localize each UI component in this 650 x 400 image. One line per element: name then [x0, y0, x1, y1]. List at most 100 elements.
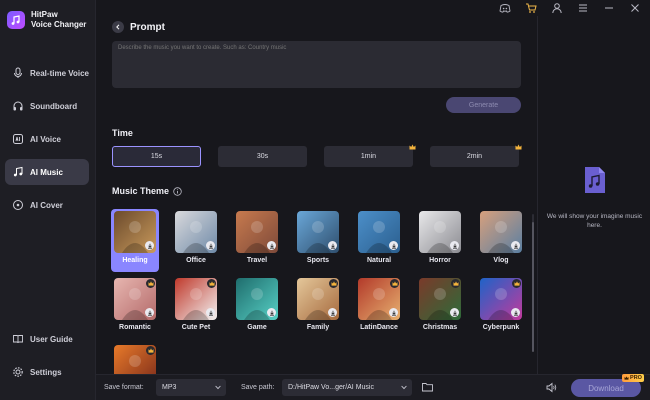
theme-card-christmas[interactable]: Christmas: [416, 276, 464, 339]
sidebar-item-real-time-voice[interactable]: Real-time Voice: [5, 60, 89, 86]
download-badge-icon: [206, 308, 215, 317]
theme-card-cyberpunk[interactable]: Cyberpunk: [477, 276, 525, 339]
save-format-select[interactable]: MP3: [156, 379, 226, 396]
sidebar-item-ai-cover[interactable]: AI Cover: [5, 192, 89, 218]
theme-card-cute-pet[interactable]: Cute Pet: [172, 276, 220, 339]
close-icon[interactable]: [629, 2, 641, 14]
music-theme-title: Music Theme: [112, 186, 182, 196]
discord-icon[interactable]: [499, 2, 511, 14]
theme-card-vlog[interactable]: Vlog: [477, 209, 525, 272]
time-title: Time: [112, 128, 133, 138]
main-panel: Prompt Generate Time 15s 30s 1min 2min M…: [96, 16, 536, 387]
theme-card-latindance[interactable]: LatinDance: [355, 276, 403, 339]
premium-crown-icon: [390, 279, 399, 288]
sidebar-bottom: User Guide Settings: [5, 326, 89, 392]
pro-label: PRO: [630, 375, 642, 381]
time-option-15s[interactable]: 15s: [112, 146, 201, 167]
sidebar-item-ai-music[interactable]: AI Music: [5, 159, 89, 185]
download-badge-icon: [267, 308, 276, 317]
theme-card-healing[interactable]: Healing: [111, 209, 159, 272]
theme-label: Horror: [429, 257, 451, 264]
save-path-select[interactable]: D:/HitPaw Vo...ger/AI Music: [282, 379, 412, 396]
user-icon[interactable]: [551, 2, 563, 14]
cart-icon[interactable]: [525, 2, 537, 14]
premium-crown-icon: [451, 279, 460, 288]
time-option-30s[interactable]: 30s: [218, 146, 307, 167]
download-badge-icon: [328, 241, 337, 250]
app-brand: HitPaw Voice Changer: [7, 10, 86, 30]
back-button[interactable]: [112, 21, 124, 33]
sidebar-item-label: Real-time Voice: [30, 68, 89, 78]
download-badge-icon: [328, 308, 337, 317]
crown-icon: [409, 144, 416, 150]
music-note-icon: [13, 166, 23, 177]
generate-button[interactable]: Generate: [446, 97, 521, 113]
time-option-2min[interactable]: 2min: [430, 144, 522, 167]
sidebar-item-label: AI Voice: [30, 134, 61, 144]
microphone-icon: [14, 67, 22, 78]
sidebar-item-settings[interactable]: Settings: [5, 359, 89, 385]
sidebar-item-soundboard[interactable]: Soundboard: [5, 93, 89, 119]
minimize-icon[interactable]: [603, 2, 615, 14]
pro-badge: PRO: [622, 374, 644, 382]
theme-card-romantic[interactable]: Romantic: [111, 276, 159, 339]
sidebar-item-label: Settings: [30, 367, 62, 377]
book-icon: [13, 335, 23, 344]
theme-label: LatinDance: [360, 324, 398, 331]
prompt-input[interactable]: [112, 41, 521, 88]
theme-label: Game: [247, 324, 267, 331]
ai-voice-icon: [13, 134, 23, 144]
theme-card-game[interactable]: Game: [233, 276, 281, 339]
music-theme-title-label: Music Theme: [112, 186, 170, 196]
chevron-left-icon: [116, 24, 120, 30]
premium-crown-icon: [146, 346, 155, 355]
folder-icon[interactable]: [422, 382, 433, 392]
premium-crown-icon: [207, 279, 216, 288]
theme-label: Christmas: [422, 324, 458, 331]
music-file-icon: [585, 167, 605, 193]
premium-crown-icon: [512, 279, 521, 288]
theme-card-travel[interactable]: Travel: [233, 209, 281, 272]
sidebar-item-ai-voice[interactable]: AI Voice: [5, 126, 89, 152]
sidebar: HitPaw Voice Changer Real-time Voice Sou…: [0, 0, 96, 400]
download-badge-icon: [511, 241, 520, 250]
theme-label: Natural: [366, 257, 392, 264]
title-bar: [96, 0, 650, 16]
sidebar-item-label: AI Cover: [30, 200, 63, 210]
chevron-down-icon: [401, 385, 407, 390]
theme-card-family[interactable]: Family: [294, 276, 342, 339]
theme-label: Healing: [122, 257, 148, 264]
theme-card-office[interactable]: Office: [172, 209, 220, 272]
app-logo-icon: [7, 11, 25, 29]
save-format-label: Save format:: [104, 384, 144, 391]
theme-label: Vlog: [493, 257, 509, 264]
info-icon[interactable]: [173, 186, 182, 196]
time-option-label: 15s: [150, 153, 163, 160]
sidebar-item-label: AI Music: [30, 167, 63, 177]
time-option-1min[interactable]: 1min: [324, 144, 416, 167]
theme-card-horror[interactable]: Horror: [416, 209, 464, 272]
volume-icon[interactable]: [546, 382, 557, 393]
bottom-bar: Save format: MP3 Save path: D:/HitPaw Vo…: [96, 374, 650, 400]
premium-crown-icon: [329, 279, 338, 288]
theme-label: Romantic: [119, 324, 151, 331]
theme-label: Cyberpunk: [482, 324, 520, 331]
save-format-value: MP3: [162, 384, 177, 391]
crown-icon: [515, 144, 522, 150]
empty-result-message: We will show your imagine music here.: [546, 213, 643, 229]
sidebar-item-label: Soundboard: [30, 101, 78, 111]
chevron-down-icon: [215, 385, 221, 390]
theme-label: Family: [306, 324, 330, 331]
menu-icon[interactable]: [577, 2, 589, 14]
download-badge-icon: [206, 241, 215, 250]
scrollbar-thumb[interactable]: [532, 222, 534, 352]
theme-card-natural[interactable]: Natural: [355, 209, 403, 272]
app-name: HitPaw Voice Changer: [31, 10, 87, 29]
ai-cover-icon: [13, 200, 23, 210]
save-path-value: D:/HitPaw Vo...ger/AI Music: [288, 384, 374, 391]
sidebar-item-user-guide[interactable]: User Guide: [5, 326, 89, 352]
gear-icon: [13, 367, 23, 377]
theme-card-sports[interactable]: Sports: [294, 209, 342, 272]
time-option-label: 30s: [256, 153, 269, 160]
download-badge-icon: [145, 241, 154, 250]
